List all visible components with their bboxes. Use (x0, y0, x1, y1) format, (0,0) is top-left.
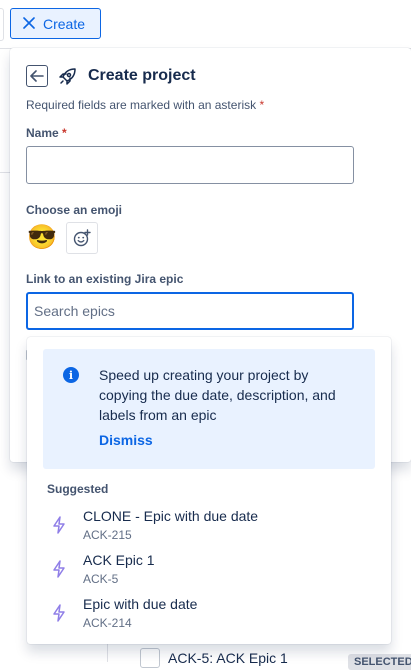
epic-lightning-icon (53, 516, 65, 534)
add-emoji-button[interactable] (66, 222, 98, 254)
name-label-text: Name (26, 126, 59, 140)
epic-title: Epic with due date (83, 596, 198, 612)
dismiss-button[interactable]: Dismiss (99, 432, 153, 448)
list-item[interactable]: ACK Epic 1 ACK-5 (27, 549, 391, 593)
required-star: * (259, 98, 265, 112)
epic-key: ACK-214 (83, 616, 132, 630)
create-button-label: Create (43, 15, 86, 32)
epic-lightning-icon (140, 648, 160, 668)
info-icon: i (63, 367, 79, 383)
name-label: Name * (26, 126, 67, 140)
required-star: * (62, 126, 67, 140)
epic-lightning-icon (53, 560, 65, 578)
epic-key: ACK-5 (83, 572, 119, 586)
emoji-label: Choose an emoji (26, 203, 123, 217)
list-item-label: ACK-5: ACK Epic 1 (168, 650, 288, 666)
back-button[interactable] (26, 65, 48, 87)
previous-button-edge[interactable] (0, 8, 4, 41)
list-item[interactable]: CLONE - Epic with due date ACK-215 (27, 505, 391, 549)
info-text: Speed up creating your project by copyin… (99, 367, 336, 423)
required-note-text: Required fields are marked with an aster… (26, 98, 257, 112)
selected-emoji-button[interactable]: 😎 (26, 222, 58, 254)
status-badge: SELECTED (348, 654, 411, 670)
name-field[interactable] (26, 146, 354, 184)
epic-title: ACK Epic 1 (83, 552, 155, 568)
suggested-heading: Suggested (47, 482, 109, 496)
panel-header: Create project (26, 65, 196, 87)
info-banner: i Speed up creating your project by copy… (43, 349, 375, 469)
list-item[interactable]: Epic with due date ACK-214 (27, 593, 391, 637)
add-emoji-icon (73, 229, 91, 247)
close-icon (23, 16, 35, 32)
required-note: Required fields are marked with an aster… (26, 98, 264, 112)
epic-label: Link to an existing Jira epic (26, 272, 184, 286)
epic-search-dropdown: i Speed up creating your project by copy… (27, 337, 391, 644)
sunglasses-emoji: 😎 (27, 224, 57, 251)
epic-key: ACK-215 (83, 528, 132, 542)
top-navigation: Create (0, 0, 411, 49)
epic-lightning-icon (53, 604, 65, 622)
search-epics-input[interactable] (26, 292, 354, 330)
create-button[interactable]: Create (10, 8, 101, 39)
list-item[interactable]: ACK-5: ACK Epic 1 (140, 648, 288, 668)
rocket-icon (58, 66, 78, 86)
back-arrow-icon (30, 70, 44, 82)
epic-title: CLONE - Epic with due date (83, 508, 259, 524)
divider (0, 172, 10, 173)
panel-title: Create project (88, 67, 196, 84)
